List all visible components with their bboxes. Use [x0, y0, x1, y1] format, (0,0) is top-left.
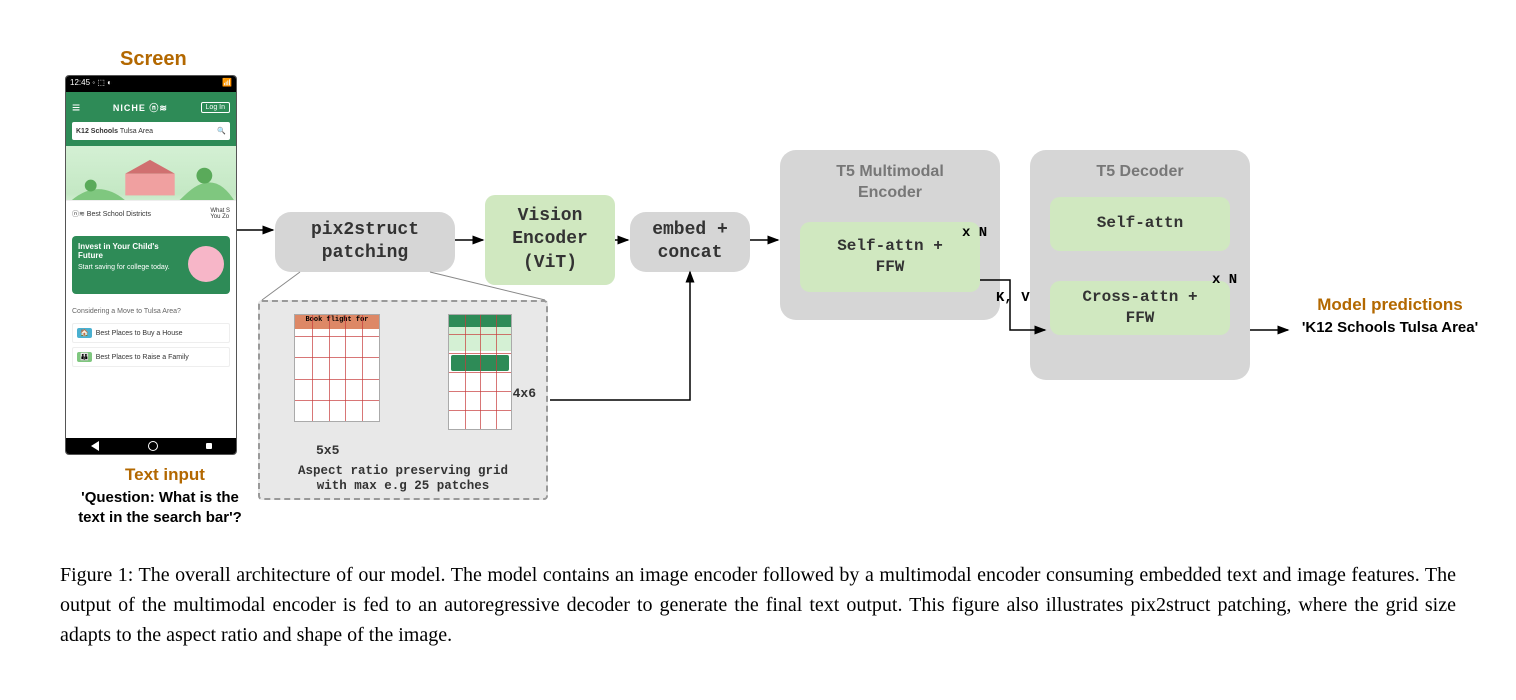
- model-predictions-content: 'K12 Schools Tulsa Area': [1290, 318, 1490, 338]
- grid-overlay: [295, 315, 379, 421]
- repeat-n-label-decoder: x N: [1212, 272, 1237, 288]
- piggy-bank-icon: [188, 246, 224, 282]
- embed-concat-block: embed + concat: [630, 212, 750, 272]
- phone-section-title: Considering a Move to Tulsa Area?: [66, 304, 236, 319]
- phone-statusbar: 12:45 ◦ ⬚ ◐ 📶: [66, 76, 236, 92]
- nav-home-icon: [148, 441, 158, 451]
- vision-encoder-block: Vision Encoder (ViT): [485, 195, 615, 285]
- phone-screenshot: 12:45 ◦ ⬚ ◐ 📶 ≡ NICHE ⓝ≋ Log In K12 Scho…: [65, 75, 237, 455]
- text-input-content: 'Question: What is the text in the searc…: [70, 488, 250, 527]
- architecture-diagram: Screen 12:45 ◦ ⬚ ◐ 📶 ≡ NICHE ⓝ≋ Log In K…: [0, 0, 1516, 540]
- search-icon: 🔍: [217, 127, 226, 135]
- pix2struct-patching-block: pix2struct patching: [275, 212, 455, 272]
- phone-appbar: ≡ NICHE ⓝ≋ Log In: [66, 92, 236, 122]
- figure-caption: Figure 1: The overall architecture of ou…: [60, 560, 1456, 650]
- nav-recents-icon: [206, 443, 212, 449]
- phone-list-row: 👪 Best Places to Raise a Family: [72, 347, 230, 367]
- phone-list-row: 🏠 Best Places to Buy a House: [72, 323, 230, 343]
- screen-label: Screen: [120, 48, 187, 71]
- hamburger-icon: ≡: [72, 99, 80, 115]
- phone-invest-card: Invest in Your Child's Future Start savi…: [72, 236, 230, 294]
- t5enc-title: T5 Multimodal Encoder: [836, 162, 944, 204]
- row-label: Best Places to Raise a Family: [96, 354, 189, 361]
- chip-left: ⓝ≋ Best School Districts: [72, 209, 151, 219]
- row-label: Best Places to Buy a House: [96, 330, 183, 337]
- t5dec-title: T5 Decoder: [1096, 162, 1183, 183]
- phone-search-row: K12 Schools Tulsa Area 🔍: [66, 122, 236, 146]
- phone-time: 12:45 ◦ ⬚ ◐: [70, 78, 112, 90]
- repeat-n-label-encoder: x N: [962, 225, 987, 241]
- text-input-label: Text input: [105, 465, 225, 485]
- chip-right: What S You Zo: [210, 208, 230, 220]
- t5-decoder-block: T5 Decoder Self-attn Cross-attn + FFW: [1030, 150, 1250, 380]
- phone-hero-chip: ⓝ≋ Best School Districts What S You Zo: [66, 200, 236, 226]
- t5dec-selfattn: Self-attn: [1050, 197, 1230, 251]
- nav-back-icon: [91, 441, 99, 451]
- patching-thumb-4x6: [448, 314, 512, 430]
- model-predictions-label: Model predictions: [1290, 295, 1490, 315]
- phone-brand: NICHE ⓝ≋: [113, 101, 168, 114]
- label-4x6: 4x6: [513, 386, 536, 401]
- phone-search-box: K12 Schools Tulsa Area 🔍: [72, 122, 230, 140]
- phone-navbar: [66, 438, 236, 454]
- family-icon: 👪: [77, 352, 92, 362]
- t5enc-inner: Self-attn + FFW: [800, 222, 980, 292]
- patching-detail-box: Book flight for 5x5 4x6 Aspect ratio pre…: [258, 300, 548, 500]
- grid-overlay: [449, 315, 511, 429]
- t5dec-crossattn: Cross-attn + FFW: [1050, 281, 1230, 335]
- login-button: Log In: [201, 102, 230, 113]
- patching-desc: Aspect ratio preserving grid with max e.…: [260, 464, 546, 494]
- house-icon: 🏠: [77, 328, 92, 338]
- patching-thumb-5x5: Book flight for: [294, 314, 380, 422]
- kv-label: K, V: [996, 290, 1030, 306]
- phone-signal: 📶: [222, 78, 232, 90]
- phone-hero: ⓝ≋ Best School Districts What S You Zo: [66, 146, 236, 226]
- label-5x5: 5x5: [316, 443, 339, 458]
